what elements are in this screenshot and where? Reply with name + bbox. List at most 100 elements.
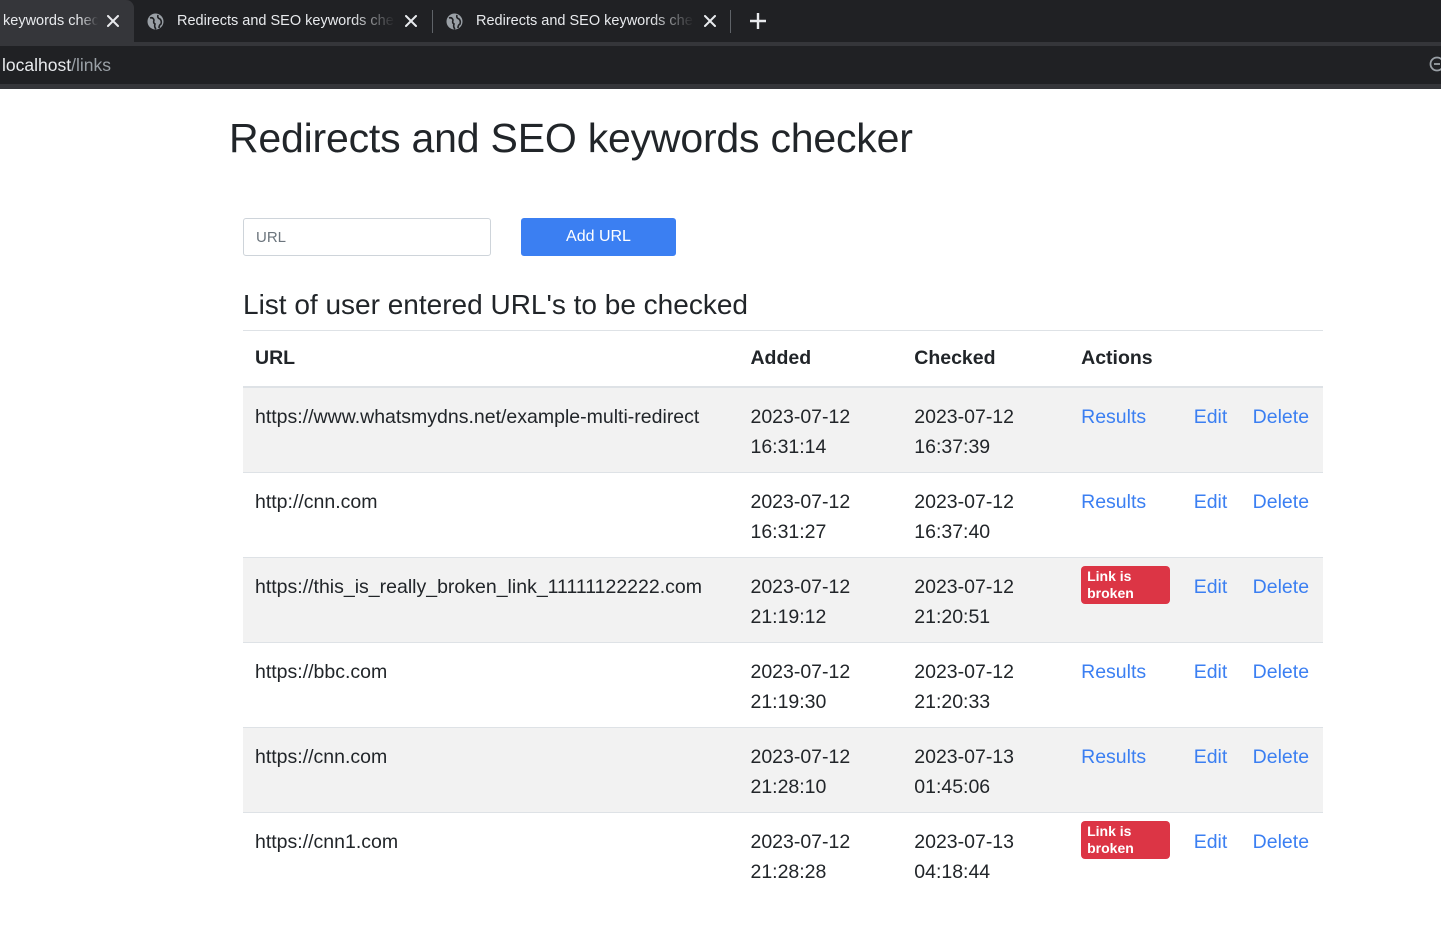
added-time: 16:31:14 [750,436,827,458]
url-cell: http://cnn.com [243,471,739,557]
page-title: Redirects and SEO keywords checker [229,115,913,161]
added-time: 21:28:28 [750,860,827,883]
added-time: 21:19:12 [750,605,827,628]
results-cell: Results [1069,726,1182,812]
checked-time: 21:20:33 [914,690,991,713]
added-time: 21:28:10 [750,775,827,798]
tab-title: keywords chec [3,13,98,29]
edit-link[interactable]: Edit [1194,406,1228,428]
delete-cell: Delete [1240,471,1323,557]
table-row: https://www.whatsmydns.net/example-multi… [243,386,1323,472]
checked-date: 2023-07-12 [914,660,1014,683]
edit-cell: Edit [1181,386,1241,472]
edit-link[interactable]: Edit [1194,491,1228,513]
results-cell: Results [1069,386,1182,472]
new-tab-button[interactable] [747,10,769,32]
checked-date: 2023-07-13 [914,745,1014,768]
delete-cell: Delete [1240,726,1323,812]
checked-cell: 2023-07-13 04:18:44 [902,811,1070,897]
added-cell: 2023-07-12 16:31:27 [738,471,903,557]
added-cell: 2023-07-12 21:19:12 [738,556,903,642]
added-cell: 2023-07-12 16:31:14 [738,386,903,472]
table-row: https://cnn.com 2023-07-12 21:28:10 2023-… [243,726,1323,812]
added-date: 2023-07-12 [750,575,851,598]
added-date: 2023-07-12 [750,745,851,768]
edit-link[interactable]: Edit [1194,576,1228,598]
edit-cell: Edit [1181,641,1241,727]
edit-cell: Edit [1181,726,1241,812]
checked-date: 2023-07-12 [914,406,1014,428]
plus-icon [750,13,766,29]
browser-tab-strip: keywords chec Redirects and SEO keywords… [0,0,1441,42]
table-header-row: URL Added Checked Actions [243,330,1323,388]
url-cell: https://cnn1.com [243,811,739,897]
broken-link-badge: Link is broken [1081,820,1170,859]
links-table: URL Added Checked Actions https://www.wh… [243,330,1323,897]
delete-link[interactable]: Delete [1253,661,1309,683]
checked-cell: 2023-07-12 16:37:39 [902,386,1070,472]
edit-cell: Edit [1181,811,1241,897]
browser-toolbar: localhost/links [0,42,1441,89]
globe-icon [147,13,164,30]
browser-tab[interactable]: Redirects and SEO keywords chec [147,0,427,42]
close-icon[interactable] [402,12,420,30]
address-bar[interactable]: localhost/links [0,46,1441,84]
added-cell: 2023-07-12 21:28:10 [738,726,903,812]
checked-cell: 2023-07-12 21:20:51 [902,556,1070,642]
tab-separator [432,10,433,33]
checked-cell: 2023-07-13 01:45:06 [902,726,1070,812]
url-cell: https://cnn.com [243,726,739,812]
table-row: https://cnn1.com 2023-07-12 21:28:28 2023… [243,811,1323,897]
zoom-icon[interactable] [1429,56,1441,74]
added-cell: 2023-07-12 21:19:30 [738,641,903,727]
edit-link[interactable]: Edit [1194,746,1228,768]
column-header-actions: Actions [1069,330,1323,388]
checked-time: 21:20:51 [914,605,991,628]
results-link[interactable]: Results [1081,406,1146,428]
edit-link[interactable]: Edit [1194,661,1228,683]
checked-time: 16:37:39 [914,436,991,458]
delete-link[interactable]: Delete [1253,831,1309,853]
column-header-url: URL [243,330,739,388]
delete-link[interactable]: Delete [1253,746,1309,768]
checked-time: 16:37:40 [914,520,991,543]
delete-link[interactable]: Delete [1253,576,1309,598]
delete-cell: Delete [1240,811,1323,897]
results-link[interactable]: Results [1081,661,1146,683]
tab-title: Redirects and SEO keywords chec [177,13,395,29]
edit-cell: Edit [1181,556,1241,642]
results-link[interactable]: Results [1081,746,1146,768]
results-cell: Results [1069,471,1182,557]
results-cell: Link is broken [1069,556,1182,642]
url-cell: https://www.whatsmydns.net/example-multi… [243,386,739,472]
delete-link[interactable]: Delete [1253,406,1309,428]
close-icon[interactable] [104,12,122,30]
added-date: 2023-07-12 [750,406,851,428]
edit-link[interactable]: Edit [1194,831,1228,853]
browser-tab-active[interactable]: keywords chec [0,0,134,42]
delete-link[interactable]: Delete [1253,491,1309,513]
checked-date: 2023-07-12 [914,490,1014,513]
results-cell: Link is broken [1069,811,1182,897]
checked-cell: 2023-07-12 21:20:33 [902,641,1070,727]
broken-link-badge: Link is broken [1081,565,1170,604]
close-icon[interactable] [701,12,719,30]
delete-cell: Delete [1240,386,1323,472]
added-date: 2023-07-12 [750,490,851,513]
tab-separator [730,10,731,33]
address-path: /links [71,54,111,75]
results-link[interactable]: Results [1081,491,1146,513]
added-time: 21:19:30 [750,690,827,713]
column-header-checked: Checked [902,330,1070,388]
added-cell: 2023-07-12 21:28:28 [738,811,903,897]
checked-date: 2023-07-13 [914,830,1014,853]
add-url-button[interactable]: Add URL [521,218,676,256]
browser-tab[interactable]: Redirects and SEO keywords chec [446,0,726,42]
url-cell: https://bbc.com [243,641,739,727]
checked-cell: 2023-07-12 16:37:40 [902,471,1070,557]
delete-cell: Delete [1240,641,1323,727]
edit-cell: Edit [1181,471,1241,557]
url-input[interactable] [243,218,491,256]
table-row: http://cnn.com 2023-07-12 16:31:27 2023-0… [243,471,1323,557]
added-time: 16:31:27 [750,520,827,543]
